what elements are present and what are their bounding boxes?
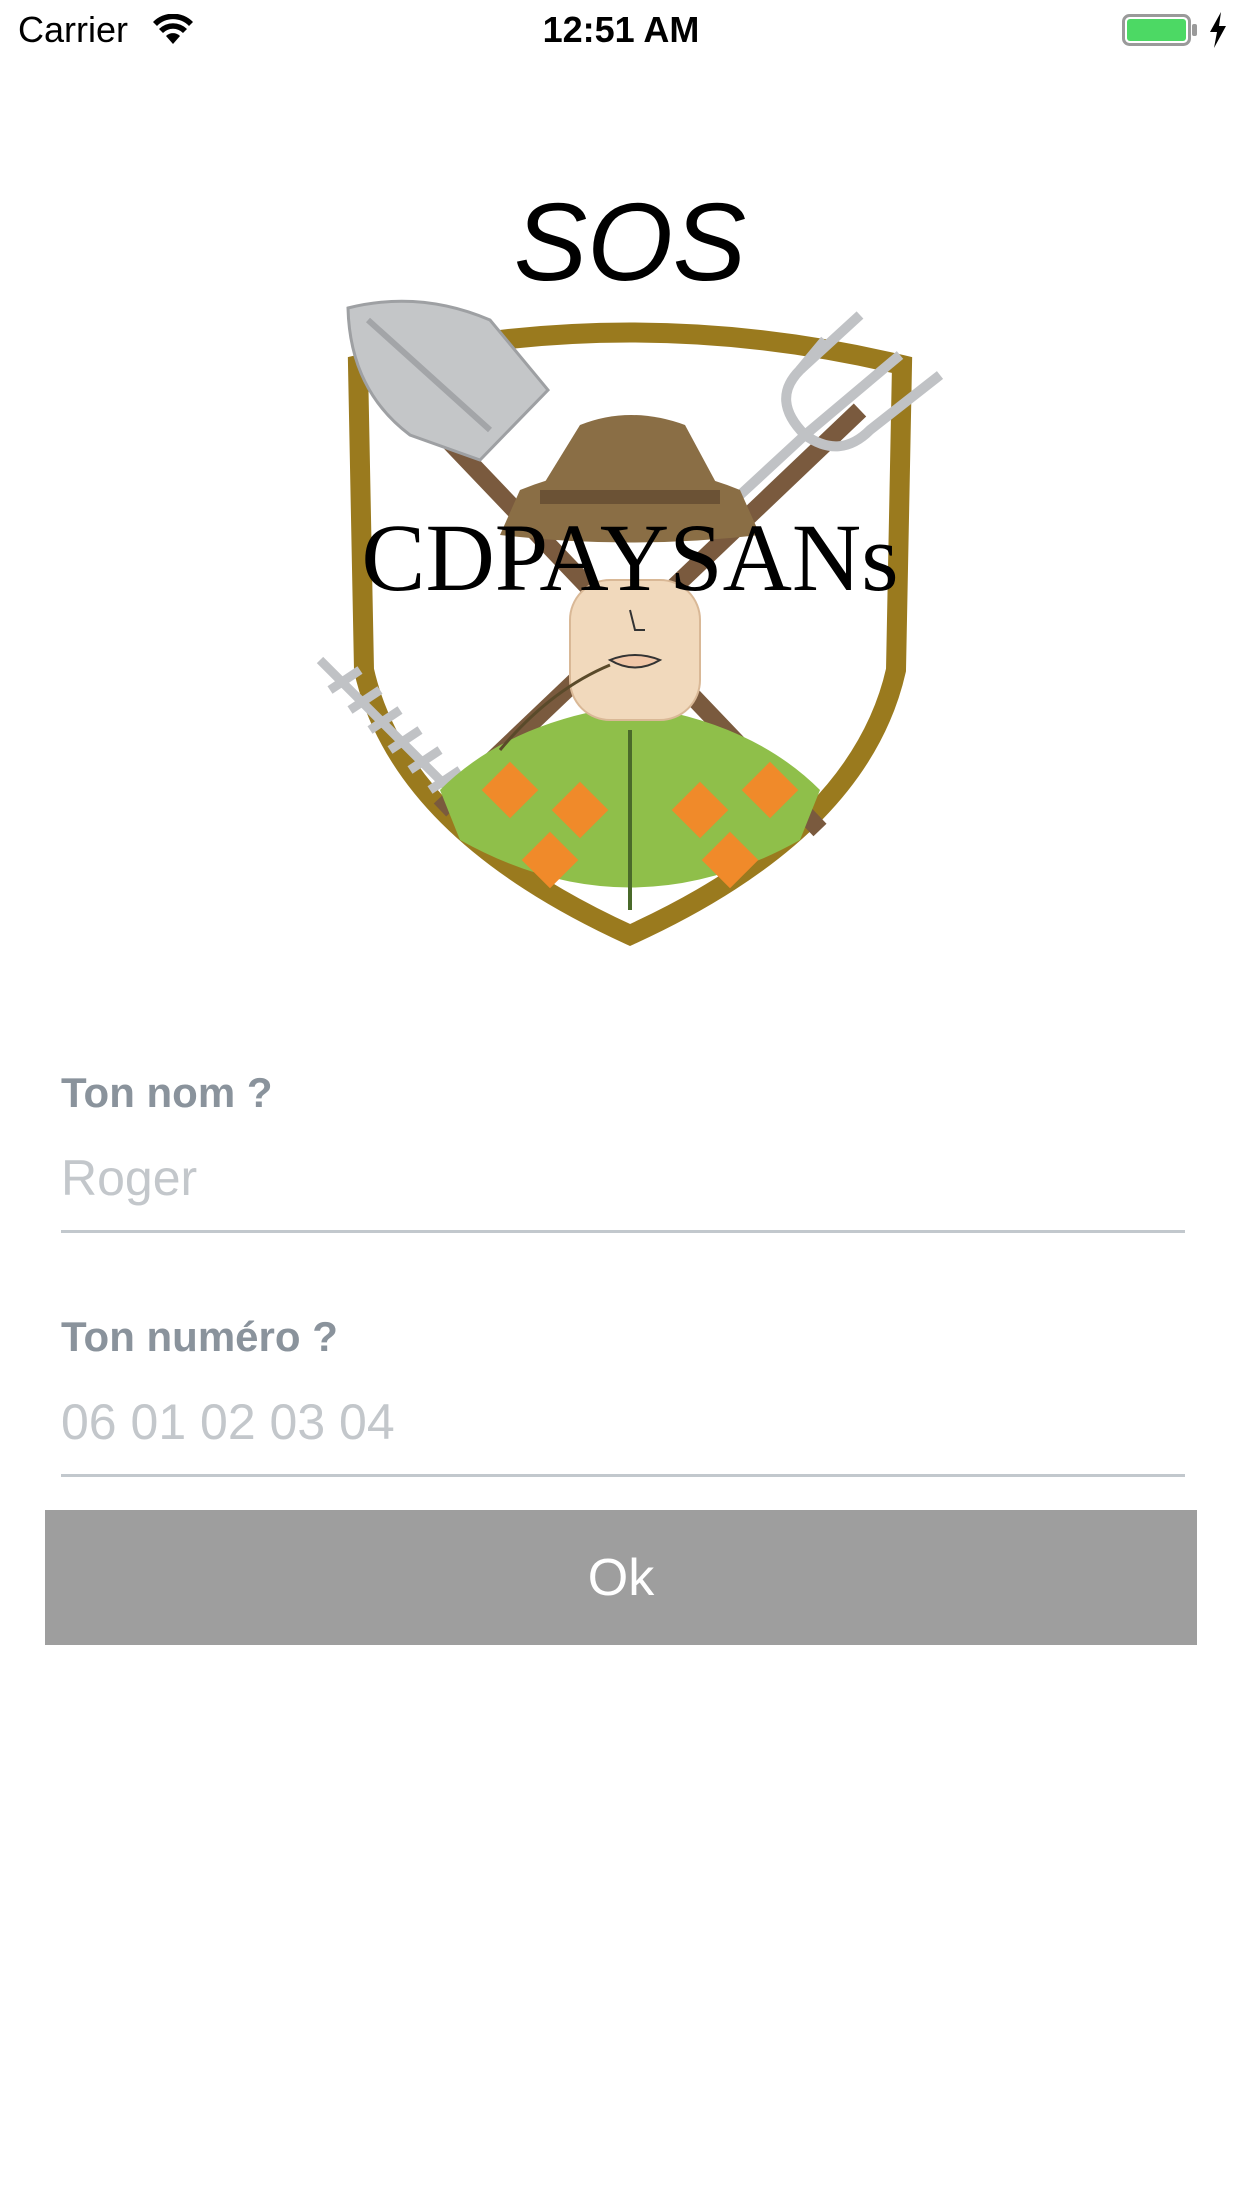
ok-button[interactable]: Ok: [45, 1510, 1197, 1645]
status-bar: Carrier 12:51 AM: [0, 0, 1242, 60]
battery-icon: [1122, 14, 1197, 46]
logo-sos-text: SOS: [514, 190, 746, 304]
phone-number-input[interactable]: [61, 1382, 1185, 1462]
status-time: 12:51 AM: [542, 9, 700, 50]
number-underline: [61, 1474, 1185, 1477]
name-underline: [61, 1230, 1185, 1233]
name-input[interactable]: [61, 1138, 1185, 1218]
charging-icon: [1210, 12, 1226, 48]
name-label: Ton nom ?: [61, 1069, 273, 1116]
number-label: Ton numéro ?: [61, 1313, 338, 1360]
app-logo: CDPAYSANs SOS: [300, 190, 960, 950]
logo-banner-text: CDPAYSANs: [361, 504, 898, 611]
